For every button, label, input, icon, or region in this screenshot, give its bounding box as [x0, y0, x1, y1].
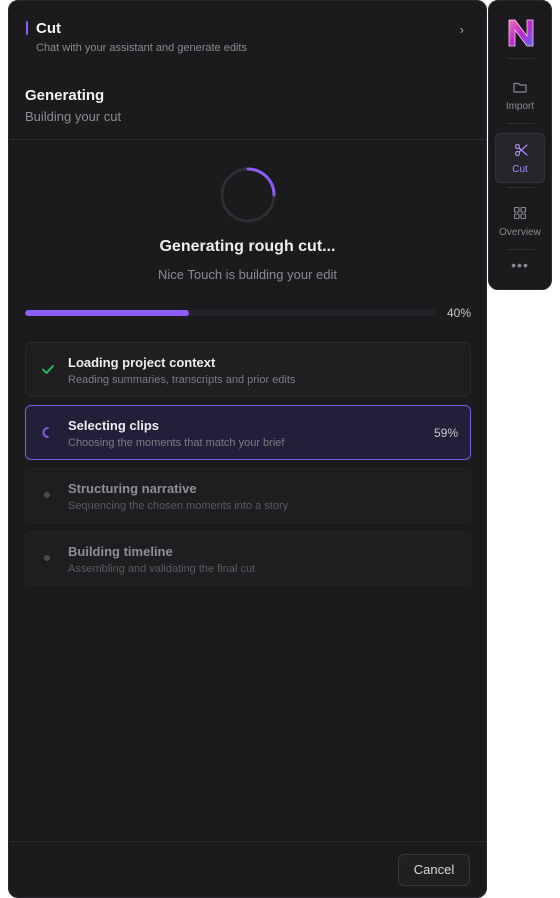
step-description: Reading summaries, transcripts and prior… [68, 374, 296, 386]
rail-divider [507, 58, 535, 59]
status-title: Generating [25, 87, 105, 104]
step-description: Sequencing the chosen moments into a sto… [68, 500, 289, 512]
panel-header: Cut Chat with your assistant and generat… [9, 1, 486, 65]
step-title: Building timeline [68, 544, 173, 559]
folder-icon [513, 82, 527, 93]
status-subtitle: Building your cut [25, 109, 122, 124]
spinner-icon [42, 427, 49, 438]
rail-item-label: Overview [499, 227, 541, 238]
rail-divider [507, 249, 535, 250]
progress-bar [25, 310, 436, 316]
chevron-right-icon[interactable]: › [460, 22, 464, 37]
rail-item-import[interactable]: Import [495, 71, 545, 121]
grid-icon [513, 206, 527, 220]
step-structuring-narrative: Structuring narrative Sequencing the cho… [25, 468, 471, 523]
cut-panel: Cut Chat with your assistant and generat… [8, 0, 487, 898]
loading-spinner-icon [220, 167, 276, 223]
footer-divider [9, 841, 486, 842]
step-title: Structuring narrative [68, 481, 197, 496]
header-accent-bar [26, 21, 28, 35]
side-rail: Import Cut Overview ••• [488, 0, 552, 290]
panel-subtitle: Chat with your assistant and generate ed… [36, 42, 247, 54]
rail-divider [507, 123, 535, 124]
cancel-button[interactable]: Cancel [398, 854, 470, 886]
progress-fill [25, 310, 190, 316]
rail-item-label: Import [505, 101, 535, 112]
generation-title: Generating rough cut... [159, 238, 336, 255]
step-selecting-clips: Selecting clips Choosing the moments tha… [25, 405, 471, 460]
dot-icon [40, 549, 56, 567]
progress-percent: 40% [446, 306, 471, 320]
step-title: Loading project context [68, 355, 216, 370]
step-title: Selecting clips [68, 418, 160, 433]
scissors-icon [514, 143, 528, 157]
check-icon [42, 365, 54, 374]
generation-subtitle: Nice Touch is building your edit [158, 267, 337, 282]
step-description: Assembling and validating the final cut [68, 563, 256, 575]
step-description: Choosing the moments that match your bri… [68, 437, 285, 449]
divider [9, 139, 486, 140]
more-options-icon[interactable]: ••• [489, 257, 551, 273]
app-logo[interactable] [506, 17, 536, 49]
panel-title: Cut [36, 20, 61, 37]
rail-item-cut[interactable]: Cut [495, 133, 545, 183]
step-percent: 59% [433, 426, 458, 440]
step-building-timeline: Building timeline Assembling and validat… [25, 531, 471, 586]
rail-divider [507, 187, 535, 188]
rail-item-overview[interactable]: Overview [495, 197, 545, 247]
dot-icon [40, 486, 56, 504]
status-block: Generating Building your cut [25, 87, 121, 124]
rail-item-label: Cut [512, 164, 528, 175]
step-loading-context: Loading project context Reading summarie… [25, 342, 471, 397]
